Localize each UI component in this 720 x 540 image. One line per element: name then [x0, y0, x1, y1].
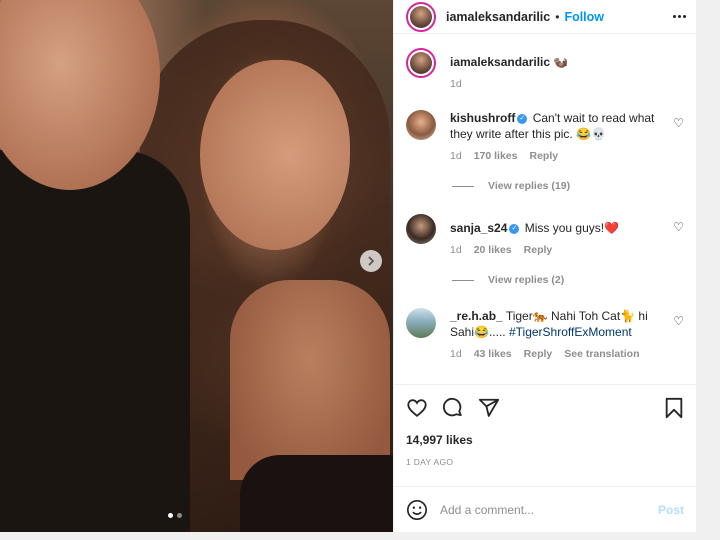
action-bar: 14,997 likes 1 DAY AGO [394, 384, 696, 467]
photo-shoulder [230, 280, 390, 480]
post-panel: iamaleksandarilic • Follow iamaleksandar… [393, 0, 696, 532]
see-translation-button[interactable]: See translation [564, 346, 639, 362]
comment-meta: 1d 170 likes Reply [450, 148, 665, 164]
carousel-next-button[interactable] [360, 250, 382, 272]
comment-likes[interactable]: 20 likes [474, 242, 512, 258]
comment-time: 1d [450, 150, 462, 162]
avatar[interactable] [406, 214, 436, 244]
comment-text: Miss you guys!❤️ [524, 221, 620, 235]
page-margin-right [696, 0, 720, 540]
comments-list: iamaleksandarilic 🦦 1d kishushroff ✓ Can'… [394, 48, 696, 362]
page-margin-bottom [0, 532, 720, 540]
hashtag-link[interactable]: #TigerShroffExMoment [509, 325, 632, 339]
comment: sanja_s24 ✓ Miss you guys!❤️ 1d 20 likes … [406, 214, 684, 258]
comment-meta: 1d 20 likes Reply [450, 242, 665, 258]
verified-icon: ✓ [517, 113, 528, 124]
view-replies-button[interactable]: View replies (2) [452, 274, 684, 286]
reply-button[interactable]: Reply [524, 242, 553, 258]
comment-meta: 1d 43 likes Reply See translation [450, 346, 665, 362]
comment: kishushroff ✓ Can't wait to read what the… [406, 110, 684, 164]
emoji-icon[interactable] [406, 499, 428, 521]
chevron-right-icon [368, 256, 375, 266]
caption-username[interactable]: iamaleksandarilic [450, 55, 550, 69]
heart-icon[interactable]: ♡ [673, 314, 684, 328]
comment-username[interactable]: kishushroff [450, 111, 515, 125]
comment-username[interactable]: _re.h.ab_ [450, 309, 503, 323]
comment-time: 1d [450, 244, 462, 256]
photo-shirt [0, 150, 190, 532]
share-icon[interactable] [478, 397, 500, 419]
reply-button[interactable]: Reply [529, 148, 558, 164]
add-comment-bar: Post [394, 486, 696, 532]
comment-icon[interactable] [442, 397, 464, 419]
post-button[interactable]: Post [658, 503, 684, 517]
comment-likes[interactable]: 170 likes [474, 148, 518, 164]
bookmark-icon[interactable] [664, 397, 684, 419]
comment-username[interactable]: sanja_s24 [450, 221, 507, 235]
carousel-dot [168, 513, 173, 518]
avatar[interactable] [406, 1, 436, 32]
avatar[interactable] [406, 48, 436, 78]
carousel-dots [168, 513, 182, 518]
post-date: 1 DAY AGO [406, 457, 454, 467]
username-link[interactable]: iamaleksandarilic [446, 10, 550, 24]
photo-top [240, 455, 393, 532]
post-photo[interactable] [0, 0, 393, 532]
view-replies-button[interactable]: View replies (19) [452, 180, 684, 192]
view-replies-label: View replies (19) [488, 180, 571, 192]
view-replies-label: View replies (2) [488, 274, 565, 286]
heart-icon[interactable]: ♡ [673, 220, 684, 234]
comment-input[interactable] [440, 502, 658, 517]
photo-face [200, 60, 350, 250]
heart-icon[interactable] [406, 397, 428, 419]
caption: iamaleksandarilic 🦦 1d [406, 48, 684, 92]
post-header: iamaleksandarilic • Follow [394, 0, 696, 34]
caption-text: 🦦 [553, 55, 569, 69]
avatar[interactable] [406, 110, 436, 140]
reply-button[interactable]: Reply [524, 346, 553, 362]
comment-likes[interactable]: 43 likes [474, 346, 512, 362]
caption-time: 1d [450, 78, 462, 90]
comment: _re.h.ab_ Tiger🐅 Nahi Toh Cat🐈 hi Sahi😂.… [406, 308, 684, 362]
avatar[interactable] [406, 308, 436, 338]
carousel-dot [177, 513, 182, 518]
comment-time: 1d [450, 348, 462, 360]
caption-meta: 1d [450, 76, 665, 92]
separator: • [555, 9, 560, 24]
heart-icon[interactable]: ♡ [673, 116, 684, 130]
more-icon[interactable] [673, 15, 686, 18]
follow-button[interactable]: Follow [564, 10, 604, 24]
like-count[interactable]: 14,997 likes [406, 433, 684, 447]
verified-icon: ✓ [509, 223, 520, 234]
